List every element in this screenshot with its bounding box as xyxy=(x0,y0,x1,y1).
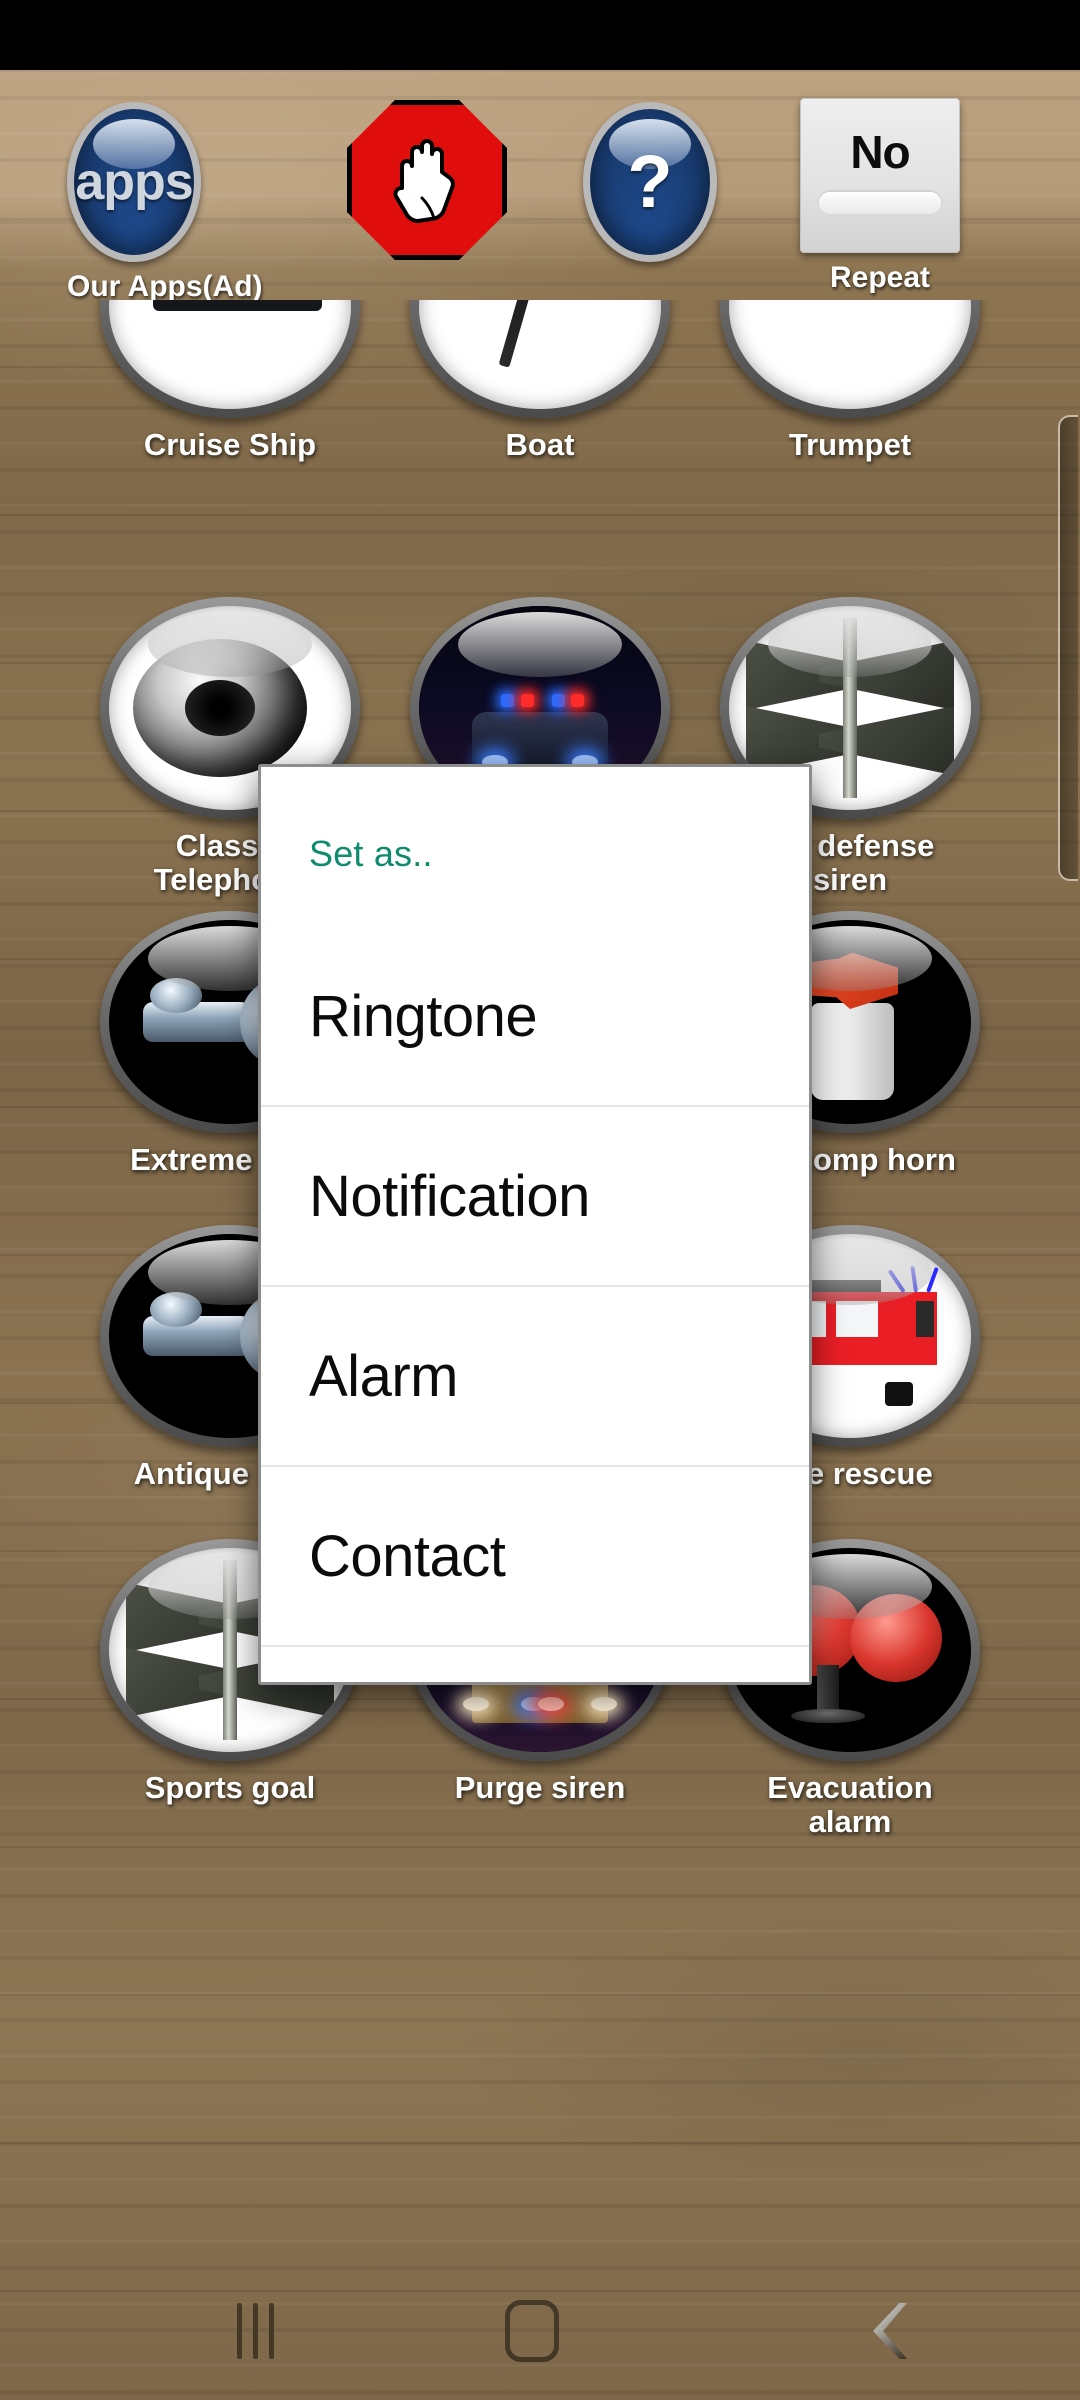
android-nav-bar xyxy=(0,2278,1080,2400)
recents-button[interactable] xyxy=(200,2300,310,2362)
apps-icon-text: apps xyxy=(75,152,192,212)
dialog-option-ringtone[interactable]: Ringtone xyxy=(261,927,809,1107)
toggle-bar xyxy=(819,192,941,214)
grid-item-cruise-ship[interactable]: Cruise Ship xyxy=(80,300,380,462)
recents-icon xyxy=(253,2303,258,2359)
disc-face xyxy=(109,300,351,409)
dialog-title: Set as.. xyxy=(261,767,809,875)
cruise-ship-art xyxy=(153,300,322,311)
repeat-toggle[interactable]: No Repeat xyxy=(800,98,960,295)
trumpet-art xyxy=(729,300,971,409)
scrollbar-thumb[interactable] xyxy=(1058,415,1078,881)
repeat-label: Repeat xyxy=(800,261,960,295)
app-screen: apps Our Apps(Ad) ? No Repeat xyxy=(0,0,1080,2400)
dialog-option-contact[interactable]: Contact xyxy=(261,1467,809,1647)
sound-disc xyxy=(720,300,980,418)
grid-row: Cruise Ship Boat Trumpet xyxy=(0,300,1080,515)
grid-item-boat[interactable]: Boat xyxy=(390,300,690,462)
question-mark-icon: ? xyxy=(583,102,717,262)
home-icon xyxy=(505,2300,559,2362)
dialog-option-notification[interactable]: Notification xyxy=(261,1107,809,1287)
back-button[interactable] xyxy=(855,2300,925,2362)
hand-glyph xyxy=(388,132,466,228)
dialog-option-alarm[interactable]: Alarm xyxy=(261,1287,809,1467)
sound-disc xyxy=(410,300,670,418)
back-icon xyxy=(873,2303,907,2359)
stop-hand-icon xyxy=(347,100,507,260)
repeat-value: No xyxy=(850,125,909,179)
grid-item-label: Purge siren xyxy=(390,1771,690,1805)
toggle-switch[interactable]: No xyxy=(800,98,960,253)
our-apps-label: Our Apps(Ad) xyxy=(67,270,227,304)
dialog-options-list: Ringtone Notification Alarm Contact xyxy=(261,927,809,1647)
question-mark-text: ? xyxy=(627,145,672,219)
sound-disc xyxy=(100,300,360,418)
top-toolbar: apps Our Apps(Ad) ? No Repeat xyxy=(0,70,1080,320)
help-button[interactable]: ? xyxy=(583,102,743,262)
recents-icon xyxy=(237,2303,242,2359)
disc-face xyxy=(729,300,971,409)
stop-button[interactable] xyxy=(347,100,507,260)
scrollbar-track[interactable] xyxy=(1058,200,1080,2300)
grid-item-label: Sports goal xyxy=(80,1771,380,1805)
boat-oar-art xyxy=(419,300,661,409)
set-as-dialog: Set as.. Ringtone Notification Alarm Con… xyxy=(258,764,812,1685)
apps-icon: apps xyxy=(67,102,201,262)
grid-item-label: Trumpet xyxy=(700,428,1000,462)
status-bar xyxy=(0,0,1080,70)
grid-item-label: Evacuation alarm xyxy=(700,1771,1000,1839)
disc-face xyxy=(419,300,661,409)
our-apps-button[interactable]: apps Our Apps(Ad) xyxy=(67,102,227,304)
recents-icon xyxy=(269,2303,274,2359)
grid-item-trumpet[interactable]: Trumpet xyxy=(700,300,1000,462)
grid-item-label: Cruise Ship xyxy=(80,428,380,462)
grid-item-label: Boat xyxy=(390,428,690,462)
home-button[interactable] xyxy=(505,2300,575,2362)
